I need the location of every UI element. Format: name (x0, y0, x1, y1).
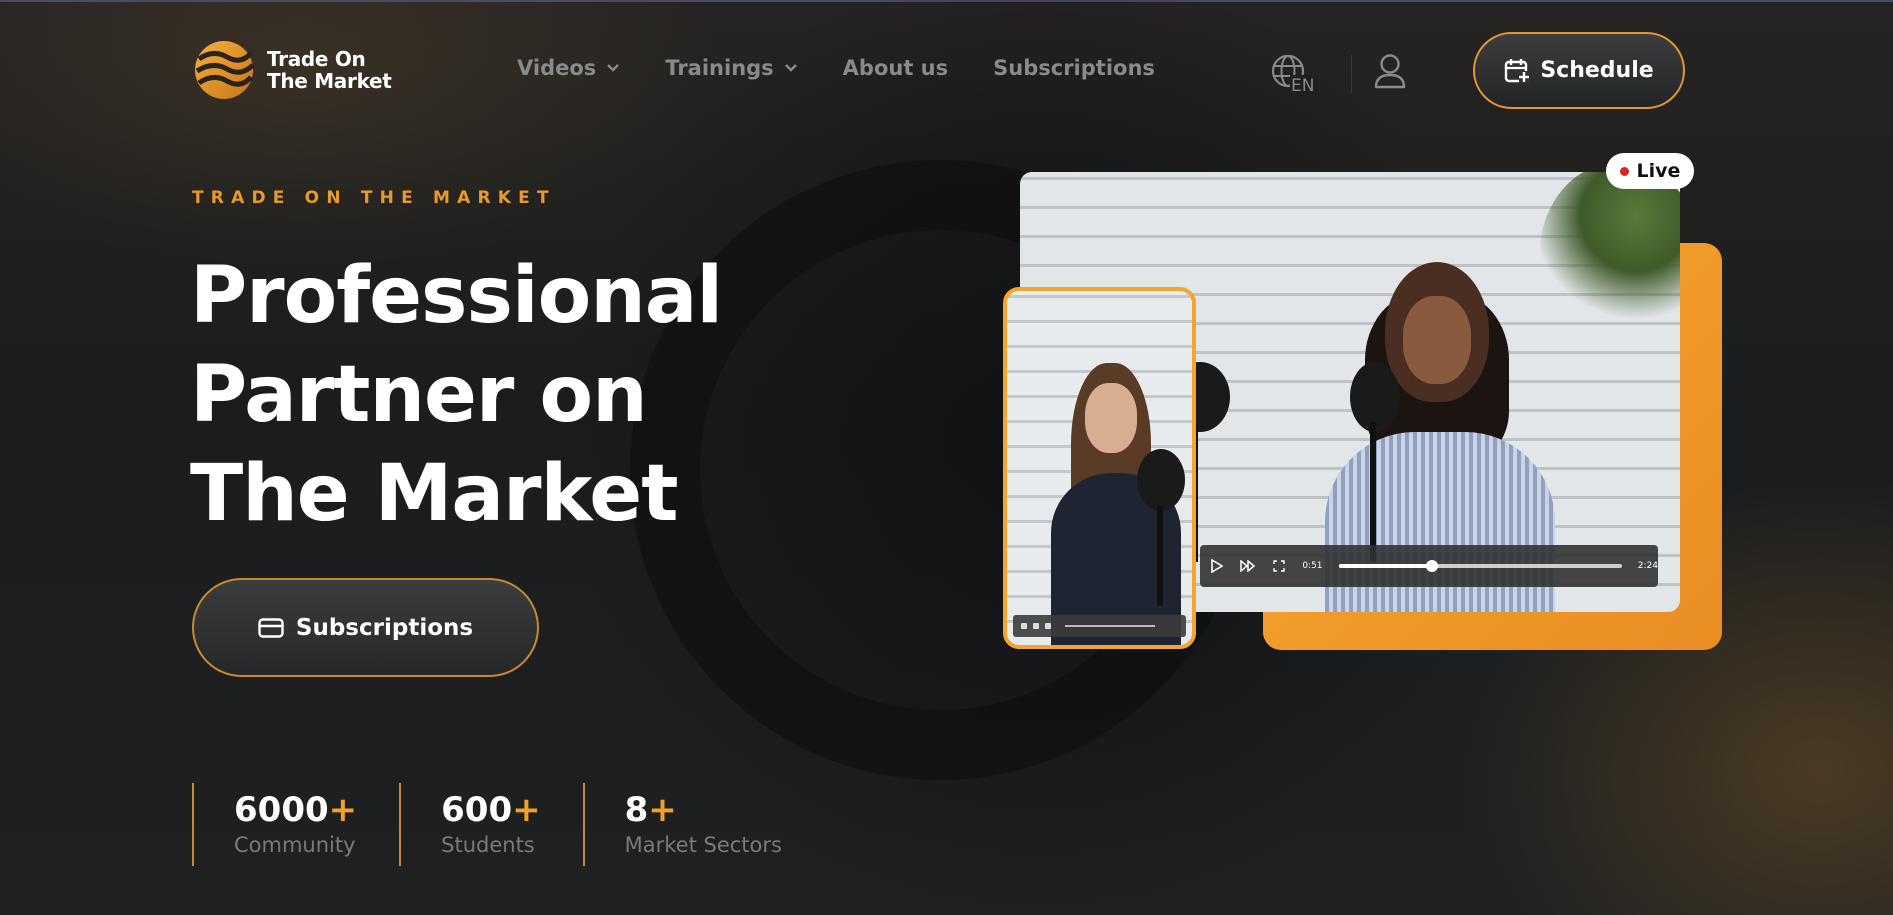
logo-icon (195, 41, 255, 99)
chevron-down-icon (784, 64, 797, 72)
stat-plus: + (648, 789, 677, 830)
hero-eyebrow: TRADE ON THE MARKET (192, 188, 556, 208)
headline-line: Partner on (190, 350, 648, 440)
headline-line: Professional (190, 251, 723, 341)
subscriptions-cta-label: Subscriptions (295, 614, 474, 641)
secondary-video-player[interactable] (1003, 287, 1196, 649)
fullscreen-button[interactable] (1272, 558, 1286, 574)
globe-icon: EN (1271, 54, 1318, 96)
live-dot-icon (1619, 166, 1629, 176)
plant-decoration (1540, 172, 1680, 342)
fast-forward-icon (1240, 560, 1256, 572)
nav-item-videos[interactable]: Videos (517, 56, 620, 80)
fast-forward-icon[interactable] (1033, 623, 1039, 629)
stat-value: 600+ (441, 790, 540, 830)
headline-line: The Market (190, 449, 678, 539)
user-icon (1374, 54, 1406, 89)
time-total: 2:24 (1637, 561, 1658, 571)
fast-forward-button[interactable] (1240, 558, 1256, 574)
nav-item-label: Trainings (665, 56, 774, 80)
play-icon[interactable] (1021, 623, 1027, 629)
play-button[interactable] (1210, 558, 1224, 574)
stat-number: 6000 (234, 789, 329, 830)
live-label: Live (1636, 160, 1681, 182)
nav-item-label: About us (842, 56, 949, 80)
live-badge: Live (1606, 153, 1694, 189)
fullscreen-icon[interactable] (1045, 623, 1051, 629)
stat-plus: + (328, 789, 358, 830)
brand-name-line2: The Market (267, 69, 392, 93)
chevron-down-icon (607, 64, 620, 72)
brand-name-line1: Trade On (267, 47, 366, 71)
stat-value: 8+ (625, 790, 782, 830)
user-account-button[interactable] (1373, 53, 1407, 89)
video-progress-bar[interactable] (1065, 625, 1155, 627)
nav-item-label: Subscriptions (993, 56, 1155, 80)
microphone-image (1137, 449, 1185, 511)
stat-number: 8 (624, 789, 649, 830)
progress-fill (1338, 564, 1432, 568)
main-nav: Videos Trainings About us Subscriptions (517, 56, 1155, 80)
progress-handle[interactable] (1425, 560, 1438, 572)
nav-item-subscriptions[interactable]: Subscriptions (993, 56, 1155, 80)
stat-plus: + (512, 789, 541, 830)
hero-headline: Professional Partner on The Market (190, 247, 810, 544)
time-current: 0:51 (1302, 561, 1323, 571)
secondary-video-controls (1013, 615, 1186, 637)
language-selector[interactable]: EN (1270, 53, 1318, 96)
header-divider (1351, 55, 1352, 93)
fullscreen-icon (1273, 560, 1285, 572)
stat-value: 6000+ (234, 790, 357, 830)
stat-community: 6000+ Community (192, 783, 399, 866)
video-controls: 0:51 2:24 (1200, 545, 1658, 587)
language-code: EN (1291, 76, 1314, 93)
nav-item-about-us[interactable]: About us (843, 56, 948, 80)
microphone-stand (1157, 506, 1163, 606)
brand-logo[interactable]: Trade On The Market (193, 39, 392, 101)
stat-students: 600+ Students (399, 783, 582, 866)
stat-market-sectors: 8+ Market Sectors (582, 783, 824, 866)
microphone-stand (1370, 422, 1376, 562)
subscriptions-cta-button[interactable]: Subscriptions (192, 578, 539, 677)
stat-number: 600 (441, 789, 513, 830)
video-progress-bar[interactable] (1338, 560, 1622, 572)
credit-card-icon (258, 617, 284, 638)
nav-item-trainings[interactable]: Trainings (665, 56, 797, 80)
schedule-button[interactable]: Schedule (1473, 32, 1685, 109)
stat-label: Market Sectors (624, 832, 782, 857)
play-icon (1211, 559, 1224, 573)
schedule-label: Schedule (1540, 58, 1654, 83)
calendar-add-icon (1505, 58, 1531, 84)
nav-item-label: Videos (517, 56, 597, 80)
brand-name: Trade On The Market (267, 48, 392, 92)
stat-label: Community (234, 832, 356, 857)
stats-row: 6000+ Community 600+ Students 8+ Market … (192, 783, 824, 866)
stat-label: Students (441, 832, 535, 857)
